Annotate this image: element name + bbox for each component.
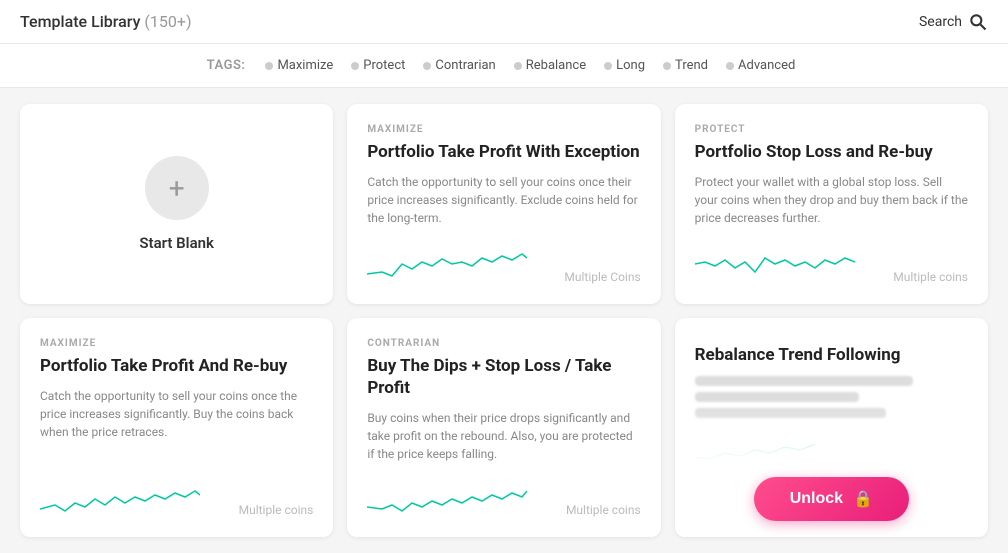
card-tag: MAXIMIZE (367, 124, 640, 135)
template-count: (150+) (144, 12, 191, 31)
search-area[interactable]: Search (919, 12, 988, 32)
card-tag: PROTECT (695, 124, 968, 135)
card-buy-dips[interactable]: CONTRARIAN Buy The Dips + Stop Loss / Ta… (347, 318, 660, 537)
tags-label: TAGS: (207, 58, 246, 73)
search-label: Search (919, 14, 962, 30)
card-desc: Catch the opportunity to sell your coins… (40, 387, 313, 463)
blank-label: Start Blank (139, 234, 214, 252)
card-footer: Multiple coins (40, 477, 313, 517)
tag-label: Rebalance (526, 58, 586, 73)
tag-dot (604, 62, 612, 70)
card-stop-loss-rebuy[interactable]: PROTECT Portfolio Stop Loss and Re-buy P… (675, 104, 988, 304)
card-take-profit-rebuy[interactable]: MAXIMIZE Portfolio Take Profit And Re-bu… (20, 318, 333, 537)
coin-label: Multiple coins (566, 503, 641, 517)
lock-icon: 🔒 (853, 489, 873, 509)
tag-rebalance[interactable]: Rebalance (508, 56, 592, 75)
card-title: Portfolio Take Profit With Exception (367, 141, 640, 163)
unlock-button[interactable]: Unlock 🔒 (754, 477, 909, 521)
tag-dot (423, 62, 431, 70)
tag-advanced[interactable]: Advanced (720, 56, 801, 75)
tag-dot (663, 62, 671, 70)
card-desc: Protect your wallet with a global stop l… (695, 173, 968, 230)
tag-label: Contrarian (435, 58, 495, 73)
tag-label: Protect (363, 58, 405, 73)
blurred-line-2 (695, 392, 859, 402)
coin-label: Multiple Coins (564, 270, 640, 284)
card-tag: MAXIMIZE (40, 338, 313, 349)
page-title: Template Library (150+) (20, 12, 192, 31)
tag-label: Long (616, 58, 645, 73)
card-desc: Buy coins when their price drops signifi… (367, 409, 640, 463)
card-title: Buy The Dips + Stop Loss / Take Profit (367, 355, 640, 399)
sparkline-chart (367, 477, 527, 517)
tag-label: Trend (675, 58, 708, 73)
tag-long[interactable]: Long (598, 56, 651, 75)
locked-overlay: Unlock 🔒 (675, 406, 988, 538)
card-title: Portfolio Stop Loss and Re-buy (695, 141, 968, 163)
search-icon (968, 12, 988, 32)
card-title: Portfolio Take Profit And Re-buy (40, 355, 313, 377)
tag-contrarian[interactable]: Contrarian (417, 56, 501, 75)
template-grid: + Start Blank MAXIMIZE Portfolio Take Pr… (0, 88, 1008, 553)
unlock-label: Unlock (790, 490, 843, 508)
tag-protect[interactable]: Protect (345, 56, 411, 75)
card-footer: Multiple coins (367, 477, 640, 517)
sparkline-chart (40, 477, 200, 517)
tag-dot (265, 62, 273, 70)
tag-dot (514, 62, 522, 70)
sparkline-chart (695, 244, 855, 284)
coin-label: Multiple coins (239, 503, 314, 517)
coin-label: Multiple coins (893, 270, 968, 284)
blurred-line-1 (695, 376, 914, 386)
tag-maximize[interactable]: Maximize (259, 56, 339, 75)
card-take-profit-exception[interactable]: MAXIMIZE Portfolio Take Profit With Exce… (347, 104, 660, 304)
card-tag: CONTRARIAN (367, 338, 640, 349)
plus-icon: + (145, 156, 209, 220)
tag-label: Advanced (738, 58, 795, 73)
card-desc: Catch the opportunity to sell your coins… (367, 173, 640, 230)
card-footer: Multiple coins (695, 244, 968, 284)
card-footer: Multiple Coins (367, 244, 640, 284)
card-rebalance-trend: Rebalance Trend Following Unlock 🔒 (675, 318, 988, 537)
card-title: Rebalance Trend Following (695, 344, 968, 366)
start-blank-card[interactable]: + Start Blank (20, 104, 333, 304)
tag-dot (351, 62, 359, 70)
tag-dot (726, 62, 734, 70)
tags-bar: TAGS: Maximize Protect Contrarian Rebala… (0, 44, 1008, 88)
sparkline-chart (367, 244, 527, 284)
tag-label: Maximize (277, 58, 333, 73)
tag-trend[interactable]: Trend (657, 56, 714, 75)
title-text: Template Library (20, 12, 140, 31)
header: Template Library (150+) Search (0, 0, 1008, 44)
